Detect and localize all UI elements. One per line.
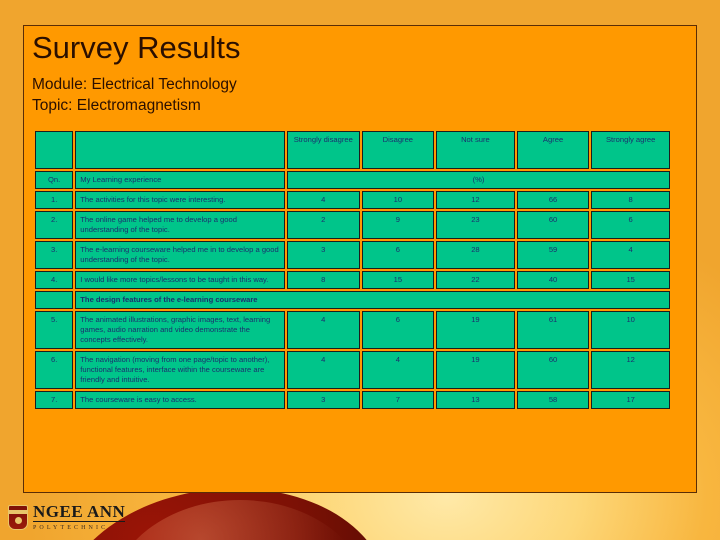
section-label-learning-experience: My Learning experience	[75, 171, 285, 189]
row-question: The animated illustrations, graphic imag…	[75, 311, 285, 349]
cell-agree: 61	[516, 311, 590, 349]
cell-not-sure: 12	[436, 191, 515, 209]
cell-disagree: 4	[361, 351, 435, 389]
row-number: 6.	[35, 351, 74, 389]
cell-strongly-disagree: 3	[286, 391, 360, 409]
cell-agree: 66	[516, 191, 590, 209]
crest-band	[9, 510, 27, 514]
cell-strongly-disagree: 2	[286, 211, 360, 239]
subtitle-topic: Topic: Electromagnetism	[32, 97, 201, 114]
column-header-not-sure: Not sure	[436, 131, 515, 169]
cell-agree: 59	[516, 241, 590, 269]
logo-tagline: POLYTECHNIC	[33, 525, 109, 531]
cell-disagree: 10	[361, 191, 435, 209]
slide-canvas: Survey Results Module: Electrical Techno…	[0, 0, 720, 540]
cell-strongly-agree: 10	[591, 311, 670, 349]
cell-strongly-disagree: 3	[286, 241, 360, 269]
logo-name: NGEE ANN	[33, 502, 126, 521]
table-row: 2. The online game helped me to develop …	[35, 211, 670, 239]
cell-strongly-agree: 4	[591, 241, 670, 269]
row-number: 5.	[35, 311, 74, 349]
cell-strongly-agree: 8	[591, 191, 670, 209]
table-header-row: Strongly disagree Disagree Not sure Agre…	[35, 131, 670, 169]
cell-strongly-agree: 6	[591, 211, 670, 239]
cell-strongly-agree: 12	[591, 351, 670, 389]
subtitle-module: Module: Electrical Technology	[32, 76, 237, 93]
table-row: 3. The e-learning courseware helped me i…	[35, 241, 670, 269]
table-subheader-row: Qn. My Learning experience (%)	[35, 171, 670, 189]
header-blank-question	[75, 131, 285, 169]
row-number: 3.	[35, 241, 74, 269]
row-number: 2.	[35, 211, 74, 239]
section-blank-qn	[35, 291, 74, 309]
row-number: 7.	[35, 391, 74, 409]
row-question: The activities for this topic were inter…	[75, 191, 285, 209]
presentation-slide: Survey Results Module: Electrical Techno…	[23, 25, 697, 493]
unit-label-percent: (%)	[286, 171, 670, 189]
column-header-disagree: Disagree	[361, 131, 435, 169]
cell-disagree: 9	[361, 211, 435, 239]
subheader-qn-label: Qn.	[35, 171, 74, 189]
cell-disagree: 6	[361, 241, 435, 269]
cell-disagree: 6	[361, 311, 435, 349]
cell-not-sure: 19	[436, 311, 515, 349]
cell-strongly-disagree: 8	[286, 271, 360, 289]
row-question: The navigation (moving from one page/top…	[75, 351, 285, 389]
survey-results-table: Strongly disagree Disagree Not sure Agre…	[33, 129, 672, 411]
cell-agree: 60	[516, 351, 590, 389]
table-row: 7. The courseware is easy to access. 3 7…	[35, 391, 670, 409]
table-row: 4. I would like more topics/lessons to b…	[35, 271, 670, 289]
cell-strongly-disagree: 4	[286, 191, 360, 209]
column-header-strongly-disagree: Strongly disagree	[286, 131, 360, 169]
row-number: 1.	[35, 191, 74, 209]
cell-agree: 40	[516, 271, 590, 289]
row-question: The online game helped me to develop a g…	[75, 211, 285, 239]
table-row: 5. The animated illustrations, graphic i…	[35, 311, 670, 349]
row-question: The courseware is easy to access.	[75, 391, 285, 409]
ngee-ann-polytechnic-logo: NGEE ANN POLYTECHNIC	[8, 502, 126, 532]
logo-wordmark: NGEE ANN POLYTECHNIC	[33, 502, 126, 532]
row-question: The e-learning courseware helped me in t…	[75, 241, 285, 269]
decorative-arc-highlight	[110, 500, 370, 540]
cell-strongly-disagree: 4	[286, 311, 360, 349]
cell-not-sure: 22	[436, 271, 515, 289]
cell-agree: 58	[516, 391, 590, 409]
crest-emblem	[15, 517, 22, 524]
page-title: Survey Results	[32, 30, 241, 65]
cell-agree: 60	[516, 211, 590, 239]
logo-rule	[33, 521, 126, 522]
crest-icon	[8, 505, 28, 530]
cell-strongly-agree: 15	[591, 271, 670, 289]
cell-not-sure: 19	[436, 351, 515, 389]
cell-not-sure: 13	[436, 391, 515, 409]
table-section-row: The design features of the e-learning co…	[35, 291, 670, 309]
table-row: 1. The activities for this topic were in…	[35, 191, 670, 209]
header-blank-qn	[35, 131, 74, 169]
slide-subtitle: Module: Electrical Technology Topic: Ele…	[32, 74, 237, 116]
row-number: 4.	[35, 271, 74, 289]
cell-disagree: 7	[361, 391, 435, 409]
section-label-design-features: The design features of the e-learning co…	[75, 291, 670, 309]
cell-disagree: 15	[361, 271, 435, 289]
column-header-agree: Agree	[516, 131, 590, 169]
cell-strongly-agree: 17	[591, 391, 670, 409]
table-row: 6. The navigation (moving from one page/…	[35, 351, 670, 389]
cell-not-sure: 23	[436, 211, 515, 239]
cell-not-sure: 28	[436, 241, 515, 269]
column-header-strongly-agree: Strongly agree	[591, 131, 670, 169]
cell-strongly-disagree: 4	[286, 351, 360, 389]
row-question: I would like more topics/lessons to be t…	[75, 271, 285, 289]
